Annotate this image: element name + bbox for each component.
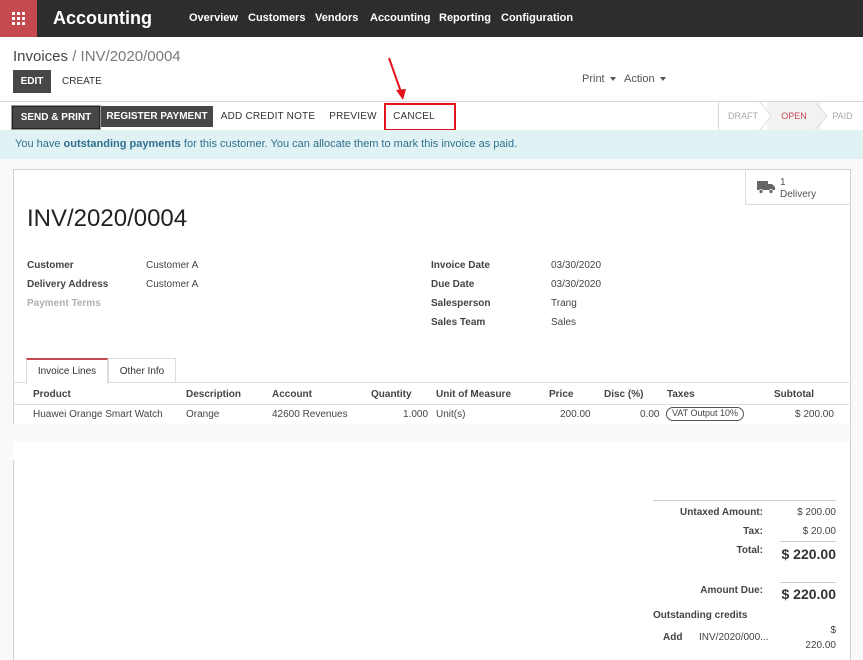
credit-amount: 220.00	[805, 640, 836, 651]
col-product: Product	[33, 389, 71, 400]
outstanding-payments-alert: You have outstanding payments for this c…	[0, 130, 863, 159]
amount-due-label: Amount Due:	[700, 585, 763, 596]
invoice-title: INV/2020/0004	[27, 205, 188, 232]
cell-product: Huawei Orange Smart Watch	[33, 409, 163, 420]
col-price: Price	[549, 389, 574, 400]
empty-row	[13, 424, 849, 442]
sales-team-value[interactable]: Sales	[551, 317, 576, 328]
due-date-label: Due Date	[431, 279, 475, 290]
stage-chevron-icon	[759, 102, 772, 130]
edit-button[interactable]: EDIT	[13, 70, 51, 93]
col-taxes: Taxes	[667, 389, 695, 400]
truck-icon	[757, 181, 775, 194]
breadcrumb-current: INV/2020/0004	[80, 48, 181, 65]
create-button[interactable]: CREATE	[62, 76, 102, 87]
total-value: $ 220.00	[781, 546, 837, 562]
untaxed-amount-value: $ 200.00	[797, 507, 836, 518]
stage-chevron-icon	[815, 102, 828, 130]
alert-text-after: for this customer. You can allocate them…	[180, 138, 518, 150]
customer-label: Customer	[27, 260, 74, 271]
register-payment-button[interactable]: REGISTER PAYMENT	[101, 106, 213, 127]
stage-open[interactable]: OPEN	[767, 102, 821, 130]
send-print-button[interactable]: SEND & PRINT	[11, 105, 101, 130]
menu-customers[interactable]: Customers	[248, 12, 305, 24]
print-dropdown[interactable]: Print	[582, 73, 616, 85]
breadcrumb-separator: /	[72, 48, 77, 65]
tax-tag: VAT Output 10%	[666, 407, 745, 421]
amount-due-value: $ 220.00	[781, 586, 837, 602]
total-label: Total:	[736, 545, 763, 556]
outstanding-credits-title: Outstanding credits	[653, 610, 748, 621]
invoice-date-label: Invoice Date	[431, 260, 490, 271]
invoice-date-value: 03/30/2020	[551, 260, 602, 271]
breadcrumb: Invoices / INV/2020/0004	[13, 48, 181, 65]
cell-account: 42600 Revenues	[272, 409, 348, 420]
tax-value: $ 20.00	[802, 526, 836, 537]
caret-down-icon	[609, 77, 616, 82]
cell-description: Orange	[186, 409, 220, 420]
preview-button[interactable]: PREVIEW	[326, 106, 380, 127]
col-description: Description	[186, 389, 242, 400]
action-label: Action	[624, 73, 655, 85]
totals-divider	[653, 500, 836, 501]
payment-terms-label: Payment Terms	[27, 298, 101, 309]
col-quantity: Quantity	[371, 389, 412, 400]
tab-other-info[interactable]: Other Info	[108, 358, 176, 383]
delivery-smart-button[interactable]: 1 Delivery	[745, 171, 850, 205]
cell-quantity: 1.000	[403, 409, 429, 420]
amount-due-underline	[780, 582, 836, 583]
delivery-label: Delivery	[780, 189, 817, 200]
col-account: Account	[272, 389, 312, 400]
empty-row	[13, 442, 849, 460]
due-date-value: 03/30/2020	[551, 279, 602, 290]
menu-configuration[interactable]: Configuration	[501, 12, 573, 24]
col-subtotal: Subtotal	[774, 389, 814, 400]
credit-currency: $	[830, 625, 836, 636]
print-label: Print	[582, 73, 605, 85]
app-title: Accounting	[53, 8, 152, 28]
untaxed-amount-label: Untaxed Amount:	[680, 507, 763, 518]
action-dropdown[interactable]: Action	[624, 73, 666, 85]
cell-uom: Unit(s)	[436, 409, 466, 420]
col-uom: Unit of Measure	[436, 389, 512, 400]
sales-team-label: Sales Team	[431, 317, 486, 328]
menu-reporting[interactable]: Reporting	[439, 12, 491, 24]
total-underline	[780, 541, 836, 542]
alert-text-bold: outstanding payments	[63, 138, 181, 150]
salesperson-value[interactable]: Trang	[551, 298, 577, 309]
add-credit-link[interactable]: Add	[663, 632, 682, 643]
delivery-count: 1	[780, 177, 786, 188]
apps-menu-button[interactable]	[0, 0, 37, 37]
delivery-address-value[interactable]: Customer A	[146, 279, 198, 290]
cancel-highlight-box	[384, 103, 456, 131]
cell-disc: 0.00	[640, 409, 660, 420]
stage-pipeline: DRAFT OPEN PAID	[718, 102, 853, 130]
menu-overview[interactable]: Overview	[189, 12, 238, 24]
salesperson-label: Salesperson	[431, 298, 491, 309]
caret-down-icon	[659, 77, 666, 82]
grid-icon	[12, 12, 25, 25]
breadcrumb-invoices-link[interactable]: Invoices	[13, 48, 68, 65]
customer-value[interactable]: Customer A	[146, 260, 198, 271]
tax-label: Tax:	[743, 526, 763, 537]
menu-vendors[interactable]: Vendors	[315, 12, 358, 24]
col-disc: Disc (%)	[604, 389, 644, 400]
credit-reference: INV/2020/000...	[699, 632, 769, 643]
cell-price: 200.00	[560, 409, 591, 420]
cell-subtotal: $ 200.00	[795, 409, 834, 420]
add-credit-note-button[interactable]: ADD CREDIT NOTE	[218, 106, 318, 127]
menu-accounting[interactable]: Accounting	[370, 12, 431, 24]
tab-invoice-lines[interactable]: Invoice Lines	[26, 358, 108, 385]
red-arrow-annotation	[388, 57, 406, 100]
delivery-address-label: Delivery Address	[27, 279, 109, 290]
alert-text-before: You have	[15, 138, 64, 150]
